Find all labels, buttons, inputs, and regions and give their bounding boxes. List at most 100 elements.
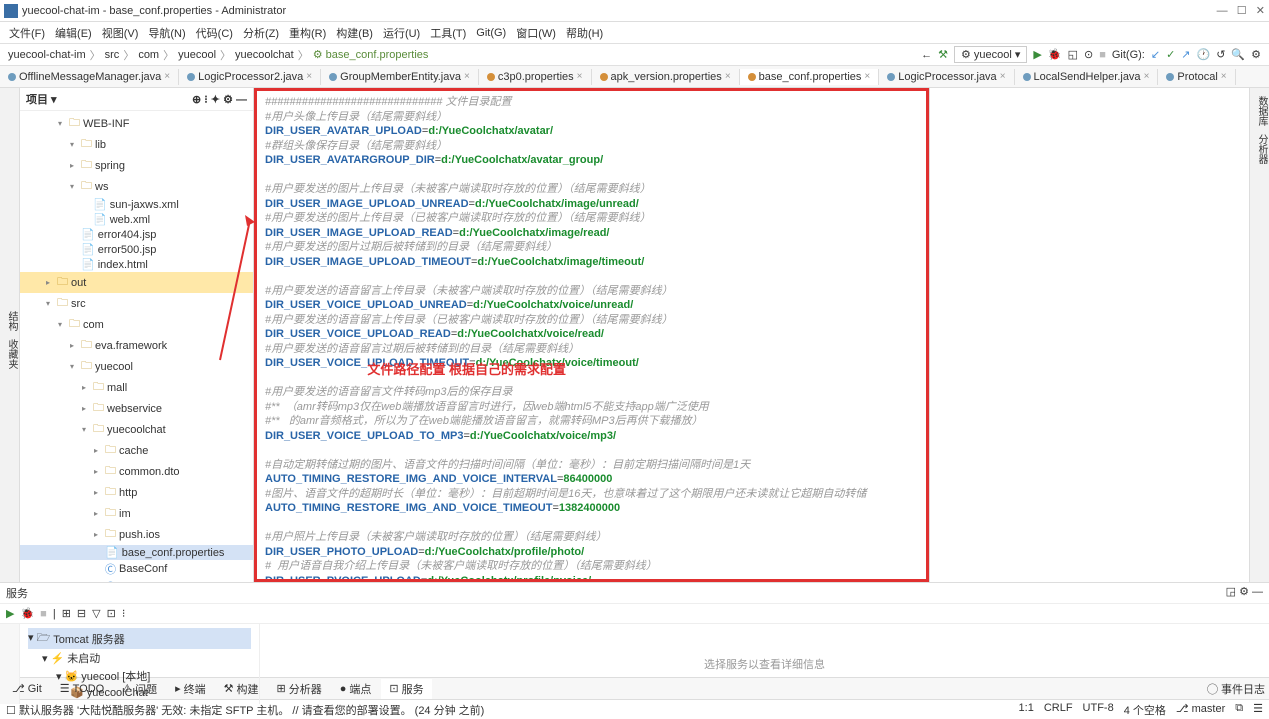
tree-item[interactable]: 📄web.xml (20, 212, 253, 227)
status-item[interactable]: ⧉ (1235, 702, 1243, 718)
menu-item[interactable]: 运行(U) (378, 25, 425, 41)
bottom-tab[interactable]: ⚒构建 (216, 679, 267, 699)
tree-item[interactable]: ▸🗀eva.framework (20, 335, 253, 356)
code-line[interactable] (265, 516, 918, 531)
tree-item[interactable]: ▾🗀src (20, 293, 253, 314)
code-line[interactable]: #用户要发送的语音留言上传目录（已被客户端读取时存放的位置）（结尾需要斜线） (265, 313, 918, 328)
git-history-icon[interactable]: 🕐 (1197, 48, 1211, 61)
breadcrumb-segment[interactable]: yuecoolchat (235, 49, 294, 61)
code-line[interactable]: DIR_USER_IMAGE_UPLOAD_UNREAD=d:/YueCoolc… (265, 197, 918, 212)
editor-tab[interactable]: apk_version.properties× (592, 69, 740, 85)
tree-item[interactable]: 📄error500.jsp (20, 242, 253, 257)
code-line[interactable] (265, 371, 918, 386)
bottom-tab[interactable]: ⊞分析器 (268, 679, 329, 699)
breadcrumb-file[interactable]: ⚙ base_conf.properties (313, 48, 429, 61)
code-line[interactable]: DIR_USER_VOICE_UPLOAD_READ=d:/YueCoolcha… (265, 327, 918, 342)
right-gutter[interactable]: 数据库 分析器 (1249, 88, 1269, 582)
status-item[interactable]: CRLF (1044, 702, 1073, 718)
run-icon[interactable]: ▶ (6, 607, 14, 620)
menu-item[interactable]: 重构(R) (284, 25, 331, 41)
code-line[interactable]: #用户照片上传目录（未被客户端读取时存放的位置）（结尾需要斜线） (265, 530, 918, 545)
code-line[interactable] (265, 443, 918, 458)
close-icon[interactable]: × (464, 71, 470, 82)
tree-item[interactable]: 📄base_conf.properties (20, 545, 253, 560)
code-line[interactable]: #用户要发送的语音留言过期后被转储到的目录（结尾需要斜线） (265, 342, 918, 357)
code-line[interactable] (265, 269, 918, 284)
git-update-icon[interactable]: ↙ (1151, 48, 1160, 61)
search-icon[interactable]: 🔍 (1231, 48, 1245, 61)
tree-item[interactable]: ▸🗀out (20, 272, 253, 293)
tree-item[interactable]: ▸🗀im (20, 503, 253, 524)
code-line[interactable]: # 用户语音自我介绍上传目录（未被客户端读取时存放的位置）（结尾需要斜线） (265, 559, 918, 574)
breadcrumb-segment[interactable]: yuecool (178, 49, 216, 61)
code-line[interactable]: AUTO_TIMING_RESTORE_IMG_AND_VOICE_INTERV… (265, 472, 918, 487)
menu-item[interactable]: 代码(C) (191, 25, 238, 41)
stop-icon[interactable]: ■ (1099, 49, 1106, 61)
close-icon[interactable]: × (577, 71, 583, 82)
code-line[interactable]: #图片、语音文件的超期时长（单位：毫秒）：目前超期时间是16天，也意味着过了这个… (265, 487, 918, 502)
expand-icon[interactable]: ⊟ (77, 607, 86, 620)
debug-icon[interactable]: 🐞 (1048, 48, 1062, 61)
code-line[interactable]: #** （amr转码mp3仅在web端播放语音留言时进行，因web端html5不… (265, 400, 918, 415)
editor-tab[interactable]: LocalSendHelper.java× (1015, 69, 1159, 85)
tree-item[interactable]: ▸🗀http (20, 482, 253, 503)
tree-item[interactable]: ▸🗀push.ios (20, 524, 253, 545)
editor-tab[interactable]: c3p0.properties× (479, 69, 592, 85)
bottom-tab[interactable]: ⚠问题 (114, 679, 165, 699)
code-line[interactable]: #自动定期转储过期的图片、语音文件的扫描时间间隔（单位：毫秒）：目前定期扫描间隔… (265, 458, 918, 473)
bottom-tab[interactable]: ⎇Git (4, 679, 50, 699)
status-item[interactable]: UTF-8 (1083, 702, 1114, 718)
stop-icon[interactable]: ■ (40, 608, 47, 620)
code-line[interactable]: ############################# 文件目录配置 (265, 95, 918, 110)
close-icon[interactable]: × (164, 71, 170, 82)
close-icon[interactable]: × (725, 71, 731, 82)
git-commit-icon[interactable]: ✓ (1166, 48, 1175, 61)
code-line[interactable]: #用户要发送的图片上传目录（已被客户端读取时存放的位置）（结尾需要斜线） (265, 211, 918, 226)
editor-tab[interactable]: LogicProcessor.java× (879, 69, 1014, 85)
profile-icon[interactable]: ⊙ (1084, 48, 1093, 61)
close-icon[interactable]: × (864, 71, 870, 82)
code-editor[interactable]: 文件路径配置 根据自己的需求配置 #######################… (254, 88, 929, 582)
breadcrumb-segment[interactable]: src (105, 49, 120, 61)
code-line[interactable]: DIR_USER_VOICE_UPLOAD_TIMEOUT=d:/YueCool… (265, 356, 918, 371)
close-icon[interactable]: × (1144, 71, 1150, 82)
services-toolbar[interactable]: ▶ 🐞 ■ | ⊞ ⊟ ▽ ⊡ ⁝ (0, 604, 1269, 624)
tomcat-root[interactable]: ▾ 🗁 Tomcat 服务器 (28, 628, 251, 649)
window-controls[interactable]: — ☐ ✕ (1217, 4, 1265, 17)
bottom-tab[interactable]: ▸终端 (167, 679, 214, 699)
menu-item[interactable]: 窗口(W) (511, 25, 561, 41)
tree-item[interactable]: 📄index.html (20, 257, 253, 272)
code-line[interactable]: DIR_USER_PVOICE_UPLOAD=d:/YueCoolchatx/p… (265, 574, 918, 583)
settings-icon[interactable]: ⚙ (1251, 48, 1261, 61)
code-line[interactable]: DIR_USER_VOICE_UPLOAD_UNREAD=d:/YueCoolc… (265, 298, 918, 313)
breadcrumb-segment[interactable]: yuecool-chat-im (8, 49, 86, 61)
code-line[interactable]: AUTO_TIMING_RESTORE_IMG_AND_VOICE_TIMEOU… (265, 501, 918, 516)
status-right[interactable]: 1:1CRLFUTF-84 个空格⎇ master⧉☰ (1019, 702, 1263, 718)
tree-item[interactable]: ▾🗀lib (20, 134, 253, 155)
code-line[interactable]: #** 的amr音频格式，所以为了在web端能播放语音留言，就需转码MP3后再供… (265, 414, 918, 429)
code-line[interactable]: DIR_USER_AVATAR_UPLOAD=d:/YueCoolchatx/a… (265, 124, 918, 139)
close-icon[interactable]: × (306, 71, 312, 82)
breadcrumb[interactable]: yuecool-chat-im〉src〉com〉yuecool〉yuecoolc… (8, 47, 428, 63)
code-line[interactable]: #群组头像保存目录（结尾需要斜线） (265, 139, 918, 154)
tree-item[interactable]: ▾🗀ws (20, 176, 253, 197)
tree-item[interactable]: ⒸBaseConf (20, 560, 253, 578)
code-line[interactable]: #用户要发送的图片过期后被转储到的目录（结尾需要斜线） (265, 240, 918, 255)
status-item[interactable]: ☰ (1253, 702, 1263, 718)
tree-item[interactable]: ▸🗀cache (20, 440, 253, 461)
event-log-tab[interactable]: ◯ 事件日志 (1207, 681, 1265, 697)
code-line[interactable]: #用户要发送的语音留言上传目录（未被客户端读取时存放的位置）（结尾需要斜线） (265, 284, 918, 299)
back-icon[interactable]: ← (921, 49, 932, 61)
menu-item[interactable]: 分析(Z) (238, 25, 284, 41)
git-push-icon[interactable]: ↗ (1181, 48, 1190, 61)
status-item[interactable]: 4 个空格 (1124, 702, 1166, 718)
bottom-tab[interactable]: ☰TODO (52, 679, 112, 699)
panel-controls[interactable]: ◲ ⚙ — (1226, 585, 1263, 601)
services-header[interactable]: 服务 ◲ ⚙ — (0, 583, 1269, 604)
left-gutter[interactable]: 结构 收藏夹 (0, 88, 20, 582)
menu-item[interactable]: 帮助(H) (561, 25, 608, 41)
editor-tab[interactable]: base_conf.properties× (740, 69, 880, 85)
menu-item[interactable]: 编辑(E) (50, 25, 97, 41)
code-line[interactable]: DIR_USER_VOICE_UPLOAD_TO_MP3=d:/YueCoolc… (265, 429, 918, 444)
tree-item[interactable]: 📄sun-jaxws.xml (20, 197, 253, 212)
